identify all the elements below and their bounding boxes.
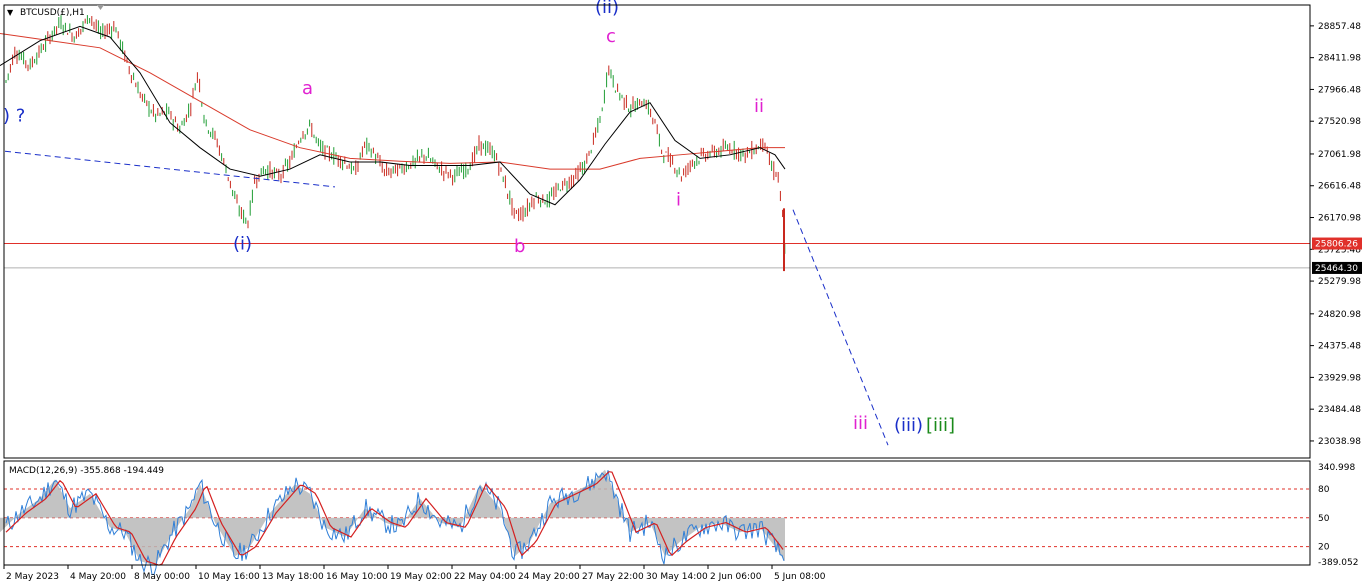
x-tick-label: 2 May 2023	[6, 572, 59, 582]
y-tick-label: 26616.48	[1318, 182, 1361, 192]
wave-label: b	[514, 236, 525, 257]
y-tick-label: 23038.98	[1318, 437, 1361, 447]
x-tick-label: 19 May 02:00	[390, 572, 452, 582]
wave-label: (ii)	[595, 0, 619, 18]
wave-label: (i)	[233, 234, 252, 255]
wave-label: iii	[853, 413, 868, 434]
macd-y-tick-label: 20	[1318, 543, 1330, 553]
x-tick-label: 22 May 04:00	[454, 572, 516, 582]
y-tick-label: 24375.48	[1318, 342, 1361, 352]
y-tick-label: 27061.98	[1318, 150, 1361, 160]
macd-y-tick-label: 50	[1318, 514, 1330, 524]
main-frame	[3, 4, 1311, 459]
scroll-marker-icon	[97, 5, 104, 10]
moving-average-fast	[0, 25, 786, 206]
wave-label: a	[302, 78, 313, 99]
y-tick-label: 27966.48	[1318, 85, 1361, 95]
symbol-label: BTCUSD(£),H1	[20, 8, 85, 18]
support-level-label: 25806.26	[1315, 240, 1358, 250]
main-price-panel: ) ?(i)ab(ii)ciiiiii (iii) [iii]	[0, 0, 1310, 446]
macd-panel	[0, 469, 1310, 576]
macd-y-tick-label: 340.998	[1318, 463, 1355, 473]
macd-indicator-label: MACD(12,26,9) -355.868 -194.449	[9, 466, 164, 476]
wave-label: ) ?	[3, 105, 25, 126]
y-tick-label: 25279.98	[1318, 277, 1361, 287]
moving-average-slow	[0, 33, 785, 170]
wave-label: i	[676, 189, 681, 210]
x-tick-label: 2 Jun 06:00	[710, 572, 762, 582]
trend-line	[4, 150, 336, 188]
wave-label: ii	[754, 96, 764, 117]
y-tick-label: 28411.98	[1318, 54, 1361, 64]
x-tick-label: 16 May 10:00	[326, 572, 388, 582]
y-tick-label: 28857.48	[1318, 22, 1361, 32]
y-tick-label: 26170.98	[1318, 214, 1361, 224]
trend-line	[792, 209, 889, 446]
y-tick-label: 27520.98	[1318, 117, 1361, 127]
wave-label: c	[606, 26, 616, 47]
axes: 28857.48 28411.98 27966.48 27520.98 27061.98…	[3, 4, 1362, 582]
x-tick-label: 30 May 14:00	[646, 572, 708, 582]
chart-menu-icon[interactable]: ▼	[7, 8, 14, 17]
wave-label: [iii]	[926, 415, 955, 436]
macd-y-tick-label: 80	[1318, 485, 1330, 495]
y-tick-label: 23484.48	[1318, 405, 1361, 415]
macd-y-tick-label: -389.052	[1318, 558, 1358, 568]
x-tick-label: 10 May 16:00	[198, 572, 260, 582]
y-tick-label: 23929.98	[1318, 373, 1361, 383]
x-tick-label: 8 May 00:00	[134, 572, 190, 582]
x-tick-label: 24 May 20:00	[518, 572, 580, 582]
x-tick-label: 27 May 22:00	[582, 572, 644, 582]
y-tick-label: 24820.98	[1318, 310, 1361, 320]
current-price-label: 25464.30	[1315, 264, 1358, 274]
price-chart[interactable]: ) ?(i)ab(ii)ciiiiii (iii) [iii] 28857.4828…	[0, 0, 1366, 588]
x-tick-label: 13 May 18:00	[262, 572, 324, 582]
wave-label: (iii)	[894, 415, 923, 436]
x-tick-label: 5 Jun 08:00	[774, 572, 826, 582]
x-tick-label: 4 May 20:00	[70, 572, 126, 582]
